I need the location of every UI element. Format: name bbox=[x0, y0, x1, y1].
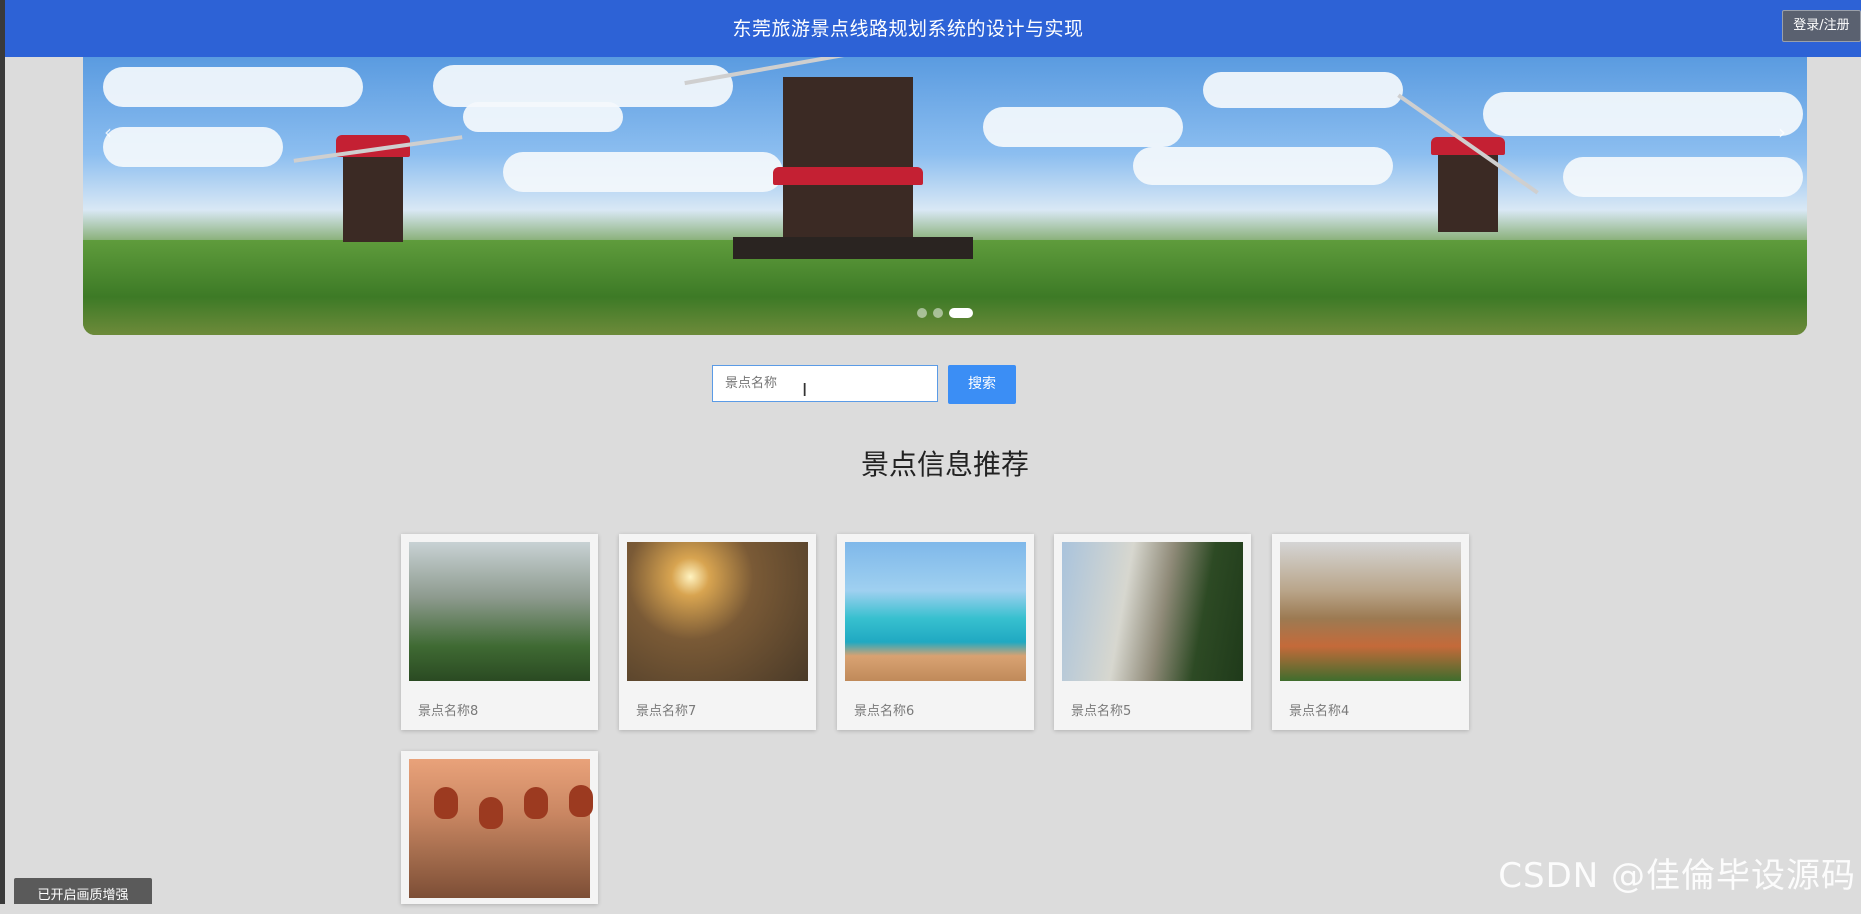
balloon-shape bbox=[434, 787, 458, 819]
cloud bbox=[1483, 92, 1803, 136]
spot-image bbox=[845, 542, 1026, 681]
watermark: CSDN @佳倫毕设源码 bbox=[1498, 856, 1856, 896]
cloud bbox=[503, 152, 783, 192]
section-title: 景点信息推荐 bbox=[860, 448, 1029, 481]
windmill-left bbox=[343, 147, 403, 242]
spot-image bbox=[1062, 542, 1243, 681]
spot-name: 景点名称5 bbox=[1071, 704, 1132, 719]
balloon-shape bbox=[569, 785, 593, 817]
banner-carousel[interactable]: ‹ › bbox=[83, 57, 1807, 335]
balloon-shape bbox=[479, 797, 503, 829]
header-bar: 东莞旅游景点线路规划系统的设计与实现 bbox=[5, 0, 1861, 57]
text-cursor-icon: I bbox=[802, 382, 807, 400]
spot-name: 景点名称6 bbox=[854, 704, 915, 719]
search-button[interactable]: 搜索 bbox=[948, 365, 1016, 404]
carousel-next-arrow[interactable]: › bbox=[1767, 117, 1797, 147]
cloud bbox=[983, 107, 1183, 147]
spot-image bbox=[409, 542, 590, 681]
spot-card[interactable]: 景点名称5 bbox=[1054, 534, 1251, 730]
spot-card[interactable]: 景点名称6 bbox=[837, 534, 1034, 730]
spot-name: 景点名称8 bbox=[418, 704, 479, 719]
login-register-button[interactable]: 登录/注册 bbox=[1782, 10, 1861, 42]
quality-toast: 已开启画质增强 bbox=[14, 878, 152, 904]
cloud bbox=[463, 102, 623, 132]
cloud bbox=[103, 127, 283, 167]
carousel-prev-arrow[interactable]: ‹ bbox=[93, 117, 123, 147]
cloud bbox=[103, 67, 363, 107]
carousel-dot[interactable] bbox=[933, 307, 943, 318]
balloon-shape bbox=[524, 787, 548, 819]
spot-card[interactable] bbox=[401, 751, 598, 904]
spot-card[interactable]: 景点名称4 bbox=[1272, 534, 1469, 730]
spot-image bbox=[409, 759, 593, 898]
carousel-dot-active[interactable] bbox=[949, 307, 973, 318]
cloud bbox=[433, 65, 733, 107]
spot-image bbox=[627, 542, 808, 681]
spot-image bbox=[1280, 542, 1461, 681]
windmill-base bbox=[733, 237, 973, 259]
spot-card[interactable]: 景点名称8 bbox=[401, 534, 598, 730]
carousel-indicators bbox=[83, 302, 1807, 321]
cloud bbox=[1133, 147, 1393, 185]
site-title: 东莞旅游景点线路规划系统的设计与实现 bbox=[732, 18, 1084, 40]
windmill-roof bbox=[773, 167, 923, 185]
spot-name: 景点名称4 bbox=[1289, 704, 1350, 719]
cloud bbox=[1563, 157, 1803, 197]
search-input[interactable] bbox=[712, 365, 938, 402]
spot-name: 景点名称7 bbox=[636, 704, 697, 719]
cloud bbox=[1203, 72, 1403, 108]
spot-card[interactable]: 景点名称7 bbox=[619, 534, 816, 730]
carousel-dot[interactable] bbox=[917, 307, 927, 318]
